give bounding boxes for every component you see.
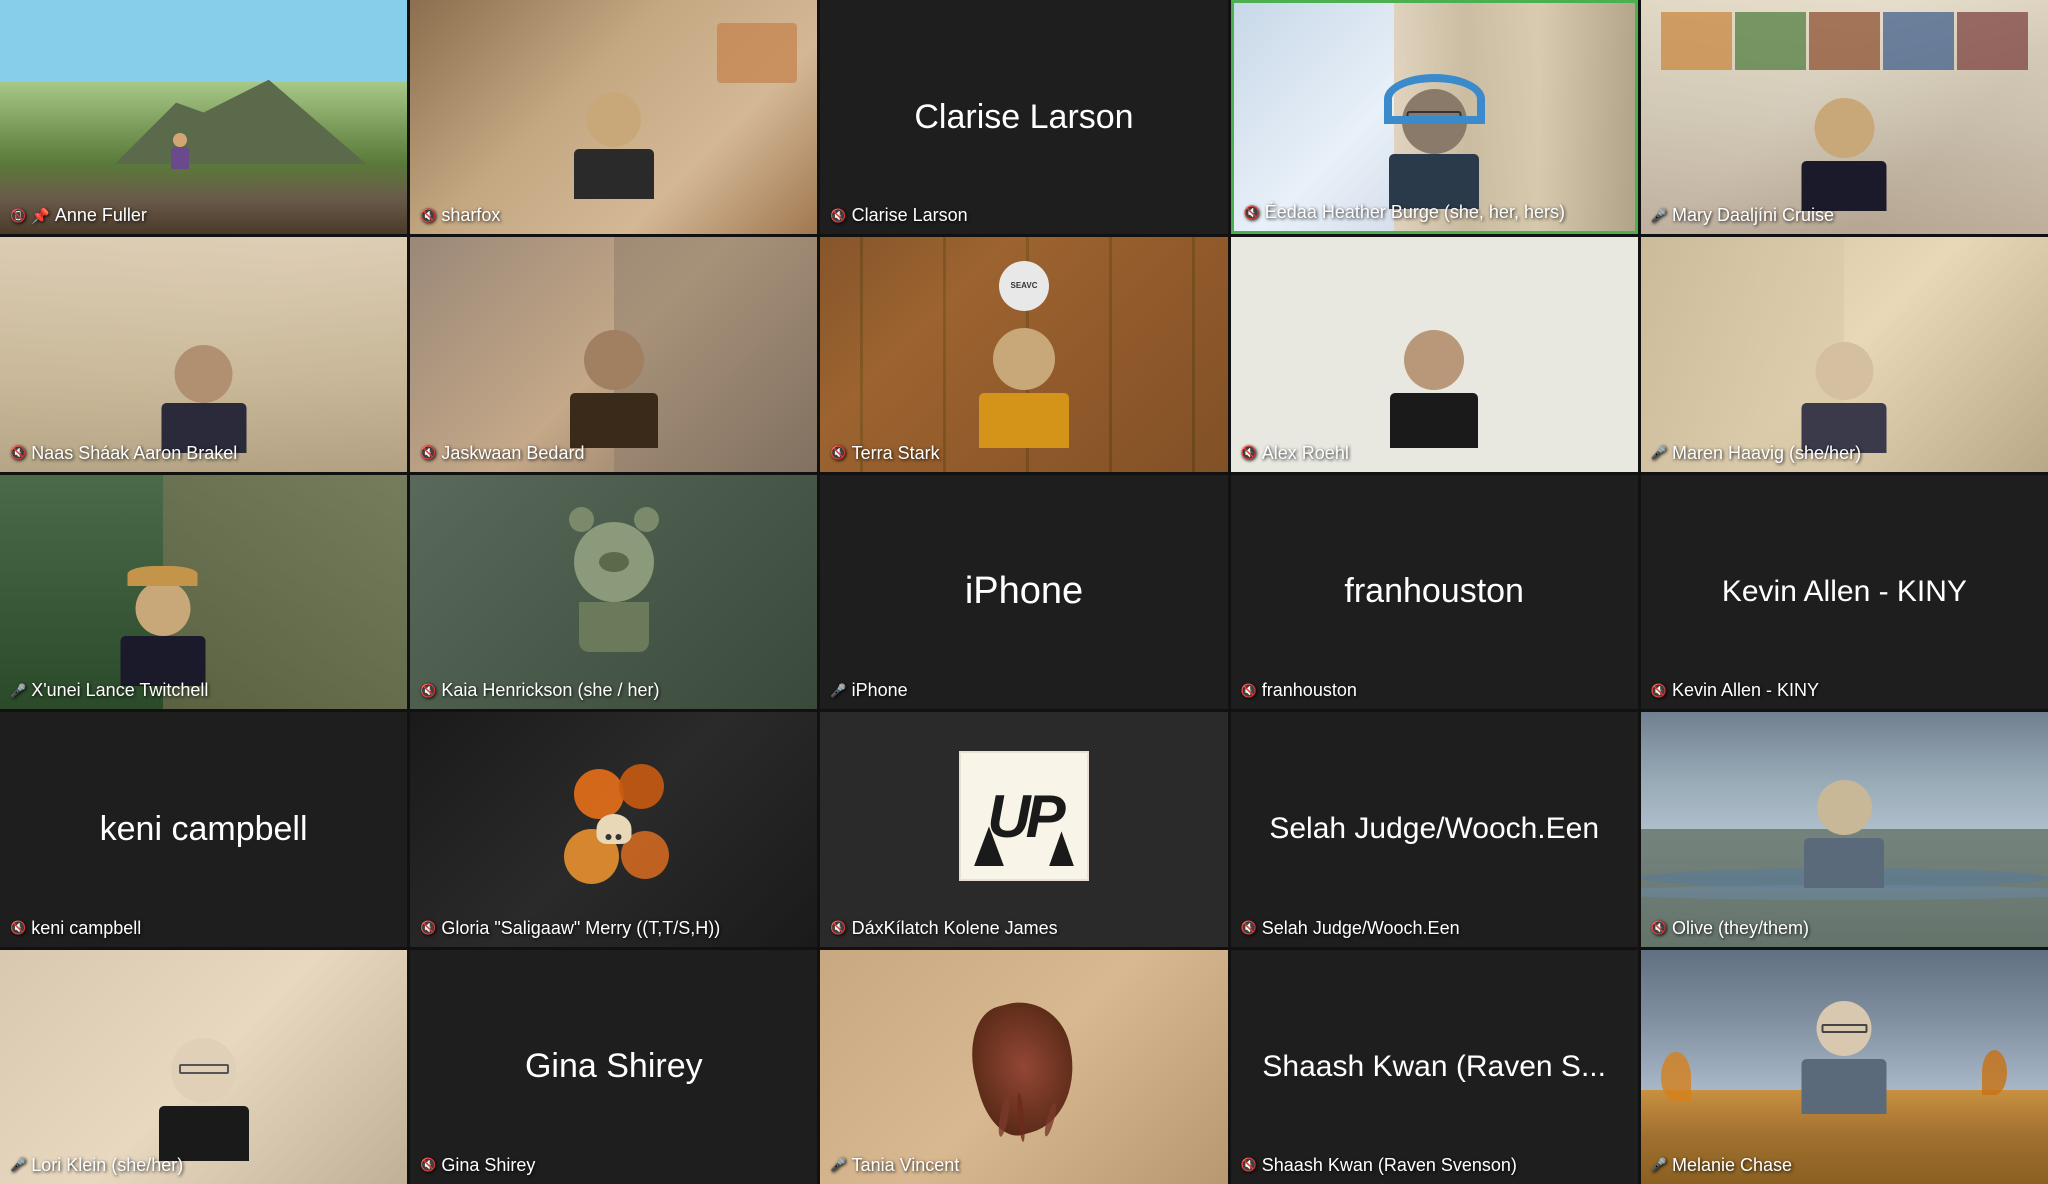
tile-selah-judge[interactable]: Selah Judge/Wooch.Een 🔇 Selah Judge/Wooc…	[1231, 712, 1638, 946]
tile-label-tania: 🎤 Tania Vincent	[830, 1155, 959, 1176]
tile-label-gloria: 🔇 Gloria "Saligaaw" Merry ((T,T/S,H))	[420, 918, 720, 939]
tile-label-xunei: 🎤 X'unei Lance Twitchell	[10, 680, 208, 701]
tile-sharfox[interactable]: 🔇 sharfox	[410, 0, 817, 234]
tile-naas-aaron[interactable]: 🔇 Naas Sháak Aaron Brakel	[0, 237, 407, 471]
tile-label-sharfox: 🔇 sharfox	[420, 205, 500, 226]
tile-mary-cruise[interactable]: 🎤 Mary Daaljíni Cruise	[1641, 0, 2048, 234]
tile-daxkilatch[interactable]: UP 🔇 DáxKílatch Kolene James	[820, 712, 1227, 946]
mic-icon-olive: 🔇	[1651, 920, 1667, 936]
mic-icon-kevin: 🔇	[1651, 683, 1667, 699]
tile-tania-vincent[interactable]: 🎤 Tania Vincent	[820, 950, 1227, 1184]
mic-icon-shaash: 🔇	[1241, 1157, 1257, 1173]
mic-icon-iphone: 🎤	[830, 683, 846, 699]
mic-icon-kaia: 🔇	[420, 683, 436, 699]
tile-label-selah: 🔇 Selah Judge/Wooch.Een	[1241, 918, 1460, 939]
center-name-gina: Gina Shirey	[525, 1047, 703, 1086]
tile-label-shaash: 🔇 Shaash Kwan (Raven Svenson)	[1241, 1155, 1517, 1176]
mic-icon-gloria: 🔇	[420, 920, 436, 936]
tile-label-anne-fuller: 📵 📌 Anne Fuller	[10, 205, 147, 226]
tile-label-kaia: 🔇 Kaia Henrickson (she / her)	[420, 680, 659, 701]
mic-icon-xunei: 🎤	[10, 683, 26, 699]
tile-label-maren: 🎤 Maren Haavig (she/her)	[1651, 443, 1861, 464]
mic-icon-lori: 🎤	[10, 1157, 26, 1173]
video-grid: 📵 📌 Anne Fuller 🔇 sharfox Clarise Larson…	[0, 0, 2048, 1184]
tile-label-jaskwaan: 🔇 Jaskwaan Bedard	[420, 443, 584, 464]
center-name-iphone: iPhone	[965, 570, 1083, 613]
tile-label-olive: 🔇 Olive (they/them)	[1651, 918, 1809, 939]
mic-icon-terra: 🔇	[830, 445, 846, 461]
tile-keni-campbell[interactable]: keni campbell 🔇 keni campbell	[0, 712, 407, 946]
mic-icon-franhouston: 🔇	[1241, 683, 1257, 699]
center-name-shaash: Shaash Kwan (Raven S...	[1247, 1050, 1621, 1084]
tile-label-naas: 🔇 Naas Sháak Aaron Brakel	[10, 443, 237, 464]
mic-icon-alex: 🔇	[1241, 445, 1257, 461]
tile-clarise-larson[interactable]: Clarise Larson 🔇 Clarise Larson	[820, 0, 1227, 234]
tile-olive[interactable]: 🔇 Olive (they/them)	[1641, 712, 2048, 946]
mic-icon-mary: 🎤	[1651, 208, 1667, 224]
tile-kaia-henrickson[interactable]: 🔇 Kaia Henrickson (she / her)	[410, 475, 817, 709]
mic-icon-sharfox: 🔇	[420, 208, 436, 224]
mic-icon-daxkilatch: 🔇	[830, 920, 846, 936]
tile-label-keni: 🔇 keni campbell	[10, 918, 141, 939]
tile-label-iphone: 🎤 iPhone	[830, 680, 907, 701]
tile-lori-klein[interactable]: 🎤 Lori Klein (she/her)	[0, 950, 407, 1184]
pin-icon-anne: 📌	[31, 207, 50, 225]
tile-alex-roehl[interactable]: 🔇 Alex Roehl	[1231, 237, 1638, 471]
center-name-franhouston: franhouston	[1344, 572, 1524, 611]
tile-label-clarise: 🔇 Clarise Larson	[830, 205, 967, 226]
tile-label-melanie: 🎤 Melanie Chase	[1651, 1155, 1792, 1176]
center-name-keni: keni campbell	[100, 810, 308, 849]
tile-maren-haavig[interactable]: 🎤 Maren Haavig (she/her)	[1641, 237, 2048, 471]
tile-label-alex: 🔇 Alex Roehl	[1241, 443, 1349, 464]
tile-anne-fuller[interactable]: 📵 📌 Anne Fuller	[0, 0, 407, 234]
mic-icon-gina: 🔇	[420, 1157, 436, 1173]
mic-icon-maren: 🎤	[1651, 445, 1667, 461]
tile-label-edaa: 🔇 Éedaa Heather Burge (she, her, hers)	[1244, 202, 1565, 223]
tile-kevin-allen[interactable]: Kevin Allen - KINY 🔇 Kevin Allen - KINY	[1641, 475, 2048, 709]
center-name-selah: Selah Judge/Wooch.Een	[1249, 812, 1619, 846]
mic-icon-selah: 🔇	[1241, 920, 1257, 936]
tile-shaash-kwan[interactable]: Shaash Kwan (Raven S... 🔇 Shaash Kwan (R…	[1231, 950, 1638, 1184]
center-name-kevin: Kevin Allen - KINY	[1722, 575, 1967, 609]
tile-melanie-chase[interactable]: 🎤 Melanie Chase	[1641, 950, 2048, 1184]
tile-xunei-lance[interactable]: 🎤 X'unei Lance Twitchell	[0, 475, 407, 709]
mic-icon-tania: 🎤	[830, 1157, 846, 1173]
mic-icon-keni: 🔇	[10, 920, 26, 936]
tile-label-lori: 🎤 Lori Klein (she/her)	[10, 1155, 183, 1176]
mic-icon-jaskwaan: 🔇	[420, 445, 436, 461]
tile-label-mary: 🎤 Mary Daaljíni Cruise	[1651, 205, 1834, 226]
tile-terra-stark[interactable]: SEAVC 🔇 Terra Stark	[820, 237, 1227, 471]
mic-icon-melanie: 🎤	[1651, 1157, 1667, 1173]
mic-icon-clarise: 🔇	[830, 208, 846, 224]
tile-gloria-merry[interactable]: 🔇 Gloria "Saligaaw" Merry ((T,T/S,H))	[410, 712, 817, 946]
tile-label-daxkilatch: 🔇 DáxKílatch Kolene James	[830, 918, 1057, 939]
tile-iphone[interactable]: iPhone 🎤 iPhone	[820, 475, 1227, 709]
mic-icon-anne: 📵	[10, 208, 26, 224]
mic-icon-naas: 🔇	[10, 445, 26, 461]
tile-franhouston[interactable]: franhouston 🔇 franhouston	[1231, 475, 1638, 709]
tile-label-gina: 🔇 Gina Shirey	[420, 1155, 535, 1176]
tile-jaskwaan[interactable]: 🔇 Jaskwaan Bedard	[410, 237, 817, 471]
center-name-clarise: Clarise Larson	[914, 98, 1133, 137]
tile-gina-shirey[interactable]: Gina Shirey 🔇 Gina Shirey	[410, 950, 817, 1184]
mic-icon-edaa: 🔇	[1244, 205, 1260, 221]
tile-label-kevin: 🔇 Kevin Allen - KINY	[1651, 680, 1819, 701]
tile-label-franhouston: 🔇 franhouston	[1241, 680, 1357, 701]
tile-label-terra: 🔇 Terra Stark	[830, 443, 939, 464]
tile-edaa-heather[interactable]: 🔇 Éedaa Heather Burge (she, her, hers)	[1231, 0, 1638, 234]
